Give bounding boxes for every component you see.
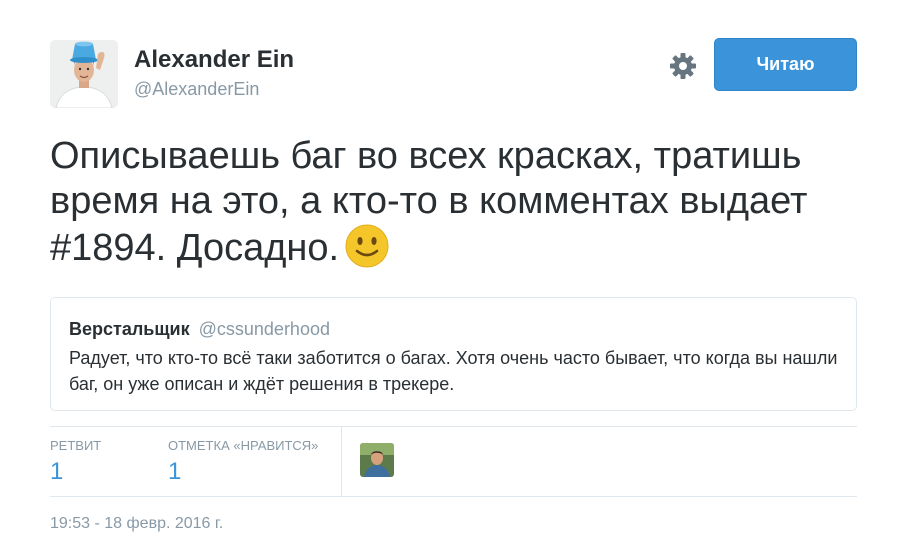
follow-button-label: Читаю: [756, 54, 815, 74]
author-name[interactable]: Alexander Ein: [134, 46, 294, 74]
likes-label: ОТМЕТКА «НРАВИТСЯ»: [168, 438, 319, 453]
stats-divider: [341, 427, 342, 496]
tweet-timestamp[interactable]: 19:53 - 18 февр. 2016 г.: [50, 515, 223, 533]
quoted-author-name: Верстальщик: [69, 319, 190, 339]
quoted-tweet[interactable]: Верстальщик @cssunderhood Радует, что кт…: [50, 297, 857, 411]
slightly-smiling-face-icon: [345, 224, 389, 279]
avatar-image: [50, 40, 118, 108]
liker-avatar[interactable]: [360, 443, 394, 477]
likes-count[interactable]: 1: [168, 458, 181, 486]
quoted-tweet-text: Радует, что кто-то всё таки заботится о …: [69, 348, 838, 394]
author-avatar[interactable]: [50, 40, 118, 108]
author-handle[interactable]: @AlexanderEin: [134, 79, 259, 100]
quoted-tweet-header: Верстальщик @cssunderhood: [69, 319, 330, 340]
tweet-stats: РЕТВИТ 1 ОТМЕТКА «НРАВИТСЯ» 1: [50, 426, 857, 497]
gear-icon[interactable]: [668, 51, 698, 81]
quoted-author-handle: @cssunderhood: [198, 319, 330, 339]
retweets-count[interactable]: 1: [50, 458, 63, 486]
retweets-label: РЕТВИТ: [50, 438, 102, 453]
tweet-text-content: Описываешь баг во всех красках, тратишь …: [50, 135, 808, 269]
tweet-text: Описываешь баг во всех красках, тратишь …: [50, 134, 850, 279]
follow-button[interactable]: Читаю: [714, 38, 857, 91]
